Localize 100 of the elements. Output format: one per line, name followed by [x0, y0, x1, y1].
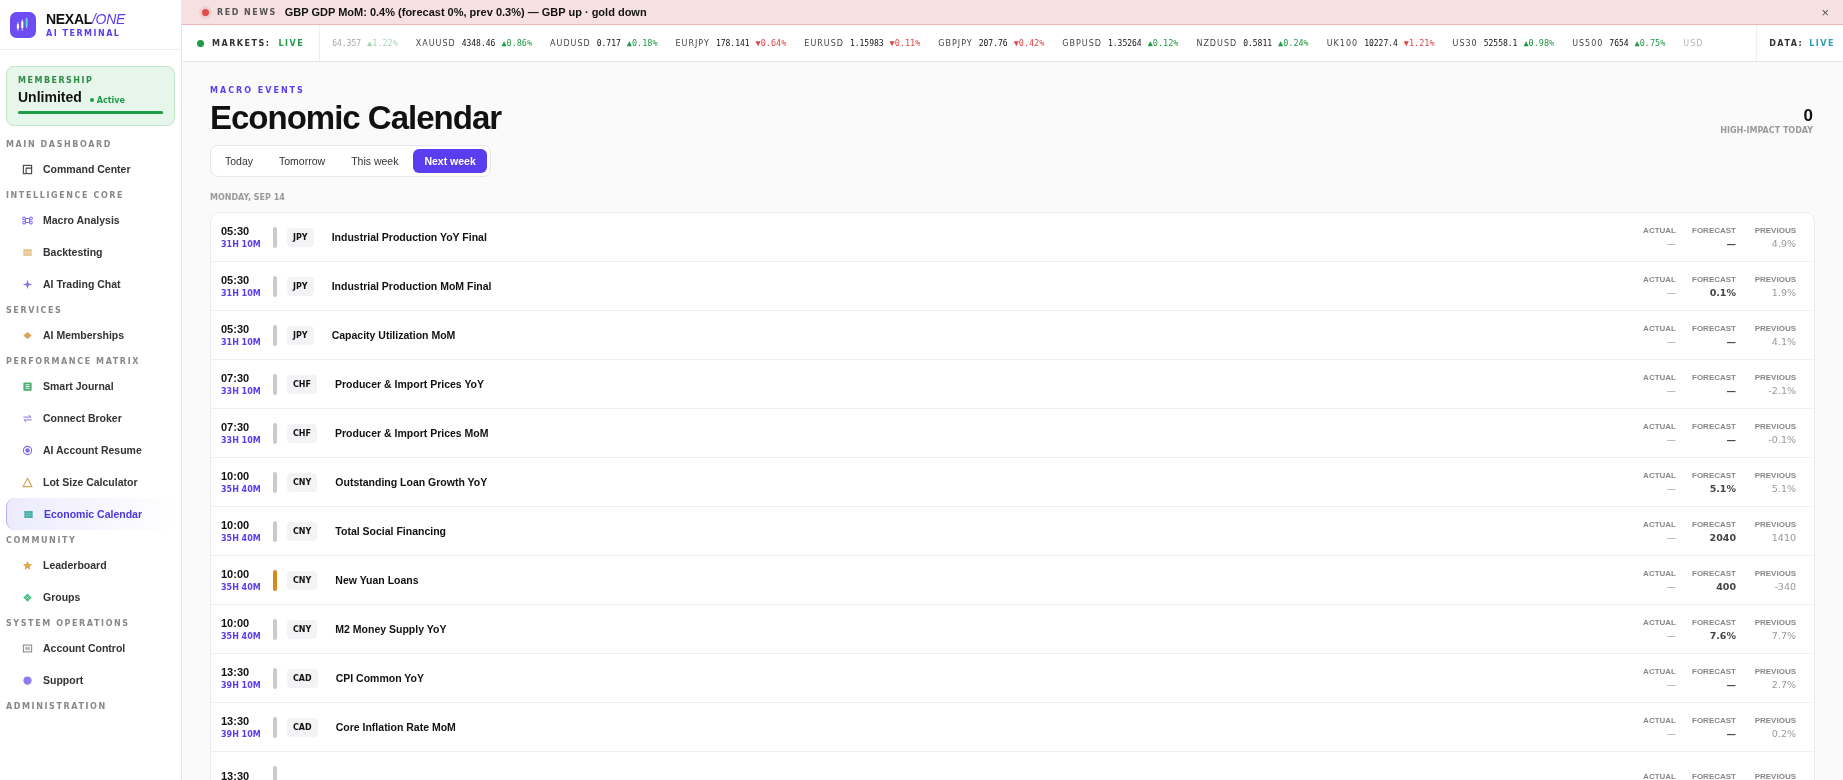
- currency-tag: CHF: [287, 423, 318, 443]
- actual-value: —: [1665, 531, 1676, 543]
- sidebar-item[interactable]: Macro Analysis: [6, 204, 175, 236]
- sidebar-item[interactable]: Support: [6, 664, 175, 696]
- event-time: 10:00: [221, 470, 251, 482]
- countdown: 31H 10M: [221, 240, 262, 249]
- circle-icon: [22, 674, 33, 686]
- event-title: New Yuan Loans: [335, 574, 420, 586]
- column-label: ACTUAL: [1642, 274, 1676, 284]
- currency-tag: CNY: [287, 472, 318, 492]
- countdown: 35H 40M: [221, 485, 262, 494]
- ticker-symbol: US30: [1452, 38, 1478, 48]
- event-title: Outstanding Loan Growth YoY: [335, 476, 489, 488]
- sidebar-item[interactable]: Command Center: [6, 153, 175, 185]
- live-status: LIVE: [278, 38, 305, 48]
- previous-value: 0.2%: [1770, 727, 1796, 739]
- column-label: ACTUAL: [1642, 519, 1676, 529]
- column-label: FORECAST: [1691, 666, 1736, 676]
- sidebar-item[interactable]: AI Account Resume: [6, 434, 175, 466]
- event-title: Producer & Import Prices YoY: [335, 378, 486, 390]
- swap-arrows-icon: [22, 412, 33, 424]
- currency-tag: JPY: [287, 325, 314, 345]
- previous-value: 1410: [1770, 531, 1796, 543]
- ticker-symbol: USD: [1683, 38, 1704, 48]
- brand-name: NEXAL/ONE: [46, 11, 125, 27]
- date-heading: MONDAY, SEP 14: [210, 193, 286, 202]
- ticker-symbol: UK100: [1326, 38, 1359, 48]
- tab[interactable]: This week: [340, 149, 410, 173]
- sidebar-item[interactable]: Groups: [6, 581, 175, 613]
- column-label: PREVIOUS: [1753, 771, 1796, 780]
- countdown: 35H 40M: [221, 534, 262, 543]
- ticker-price: 178.141: [715, 38, 750, 48]
- column-label: PREVIOUS: [1753, 715, 1796, 725]
- forecast-value: —: [1725, 335, 1736, 347]
- actual-value: —: [1665, 482, 1676, 494]
- previous-value: 1.9%: [1770, 286, 1796, 298]
- column-label: PREVIOUS: [1753, 323, 1796, 333]
- stat-value: 0: [1802, 106, 1813, 126]
- grid-icon: [22, 246, 33, 258]
- previous-value: -340: [1773, 580, 1796, 592]
- countdown: 31H 10M: [221, 338, 262, 347]
- membership-label: MEMBERSHIP: [18, 76, 95, 85]
- ticker-symbol: EURJPY: [675, 38, 710, 48]
- sidebar-item[interactable]: AI Memberships: [6, 319, 175, 351]
- actual-value: —: [1665, 678, 1676, 690]
- event-time: 13:30: [221, 715, 251, 727]
- previous-value: 4.1%: [1770, 335, 1796, 347]
- sidebar-item[interactable]: Lot Size Calculator: [6, 466, 175, 498]
- actual-value: —: [1665, 580, 1676, 592]
- actual-value: —: [1665, 384, 1676, 396]
- column-label: FORECAST: [1691, 225, 1736, 235]
- countdown: 33H 10M: [221, 436, 262, 445]
- ticker-change: ▼0.64%: [755, 38, 787, 48]
- section-heading: SYSTEM OPERATIONS: [5, 618, 131, 630]
- forecast-value: 7.6%: [1708, 629, 1736, 641]
- data-status: LIVE: [1809, 38, 1835, 48]
- sidebar-item[interactable]: Connect Broker: [6, 402, 175, 434]
- column-label: PREVIOUS: [1753, 274, 1796, 284]
- column-label: ACTUAL: [1642, 323, 1676, 333]
- ticker-change: ▲0.98%: [1523, 38, 1555, 48]
- sidebar-item[interactable]: AI Trading Chat: [6, 268, 175, 300]
- forecast-value: 0.1%: [1708, 286, 1736, 298]
- sidebar-item[interactable]: Leaderboard: [6, 549, 175, 581]
- column-label: ACTUAL: [1642, 225, 1676, 235]
- ticker-symbol: GBPJPY: [938, 38, 973, 48]
- ticker-symbol: EURUSD: [804, 38, 844, 48]
- column-label: PREVIOUS: [1753, 421, 1796, 431]
- event-time: 07:30: [221, 372, 251, 384]
- currency-tag: JPY: [287, 276, 314, 296]
- countdown: 33H 10M: [221, 387, 262, 396]
- column-label: ACTUAL: [1642, 470, 1676, 480]
- forecast-value: 2040: [1708, 531, 1736, 543]
- event-title: Core Inflation Rate MoM: [335, 721, 457, 733]
- list-icon: [22, 380, 33, 392]
- sidebar-item[interactable]: Account Control: [6, 632, 175, 664]
- column-label: ACTUAL: [1642, 715, 1676, 725]
- ticker-change: ▼0.42%: [1013, 38, 1045, 48]
- close-button[interactable]: ×: [1817, 4, 1833, 20]
- news-headline: GBP GDP MoM: 0.4% (forecast 0%, prev 0.3%) — GBP up · gold down: [284, 6, 647, 18]
- ticker-price: 0.717: [596, 38, 621, 48]
- currency-tag: CNY: [287, 521, 318, 541]
- tab[interactable]: Tomorrow: [268, 149, 337, 173]
- forecast-value: 5.1%: [1708, 482, 1736, 494]
- sidebar-item[interactable]: Backtesting: [6, 236, 175, 268]
- section-heading: PERFORMANCE MATRIX: [5, 356, 141, 368]
- ticker-price: 0.5811: [1243, 38, 1273, 48]
- sidebar-item[interactable]: Smart Journal: [6, 370, 175, 402]
- currency-tag: JPY: [287, 227, 314, 247]
- ticker-change: ▼1.21%: [1403, 38, 1435, 48]
- tab[interactable]: Next week: [413, 149, 487, 173]
- ticker-label: MARKETS:: [212, 38, 271, 48]
- tab[interactable]: Today: [214, 149, 265, 173]
- ticker-symbol: US500: [1572, 38, 1604, 48]
- column-label: PREVIOUS: [1753, 372, 1796, 382]
- live-dot-icon: [197, 39, 204, 47]
- status-label: Active: [96, 95, 125, 105]
- column-label: FORECAST: [1691, 715, 1736, 725]
- previous-value: 5.1%: [1770, 482, 1796, 494]
- ticker-change: ▼0.11%: [889, 38, 921, 48]
- star-icon: [22, 559, 33, 571]
